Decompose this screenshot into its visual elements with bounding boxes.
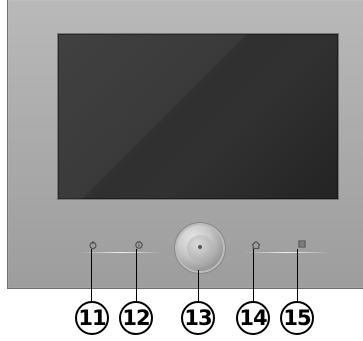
leader-line-13: [198, 270, 199, 301]
leader-line-11: [91, 249, 92, 301]
leader-line-14: [253, 249, 254, 301]
rotary-knob[interactable]: [177, 225, 223, 271]
knob-indicator: [198, 245, 202, 249]
screen-gloss: [58, 34, 338, 199]
right-button-strip: [243, 252, 331, 253]
power-icon[interactable]: [88, 240, 98, 250]
callout-11: 11: [75, 301, 109, 335]
callout-15: 15: [280, 301, 314, 335]
callout-14: 14: [236, 301, 270, 335]
device-panel: [7, 0, 363, 289]
leader-line-15: [297, 249, 298, 301]
callout-12: 12: [119, 301, 153, 335]
callout-13: 13: [181, 301, 215, 335]
leader-line-12: [136, 249, 137, 301]
display-screen: [57, 33, 339, 200]
left-button-strip: [80, 252, 162, 253]
menu-icon[interactable]: [297, 239, 307, 249]
